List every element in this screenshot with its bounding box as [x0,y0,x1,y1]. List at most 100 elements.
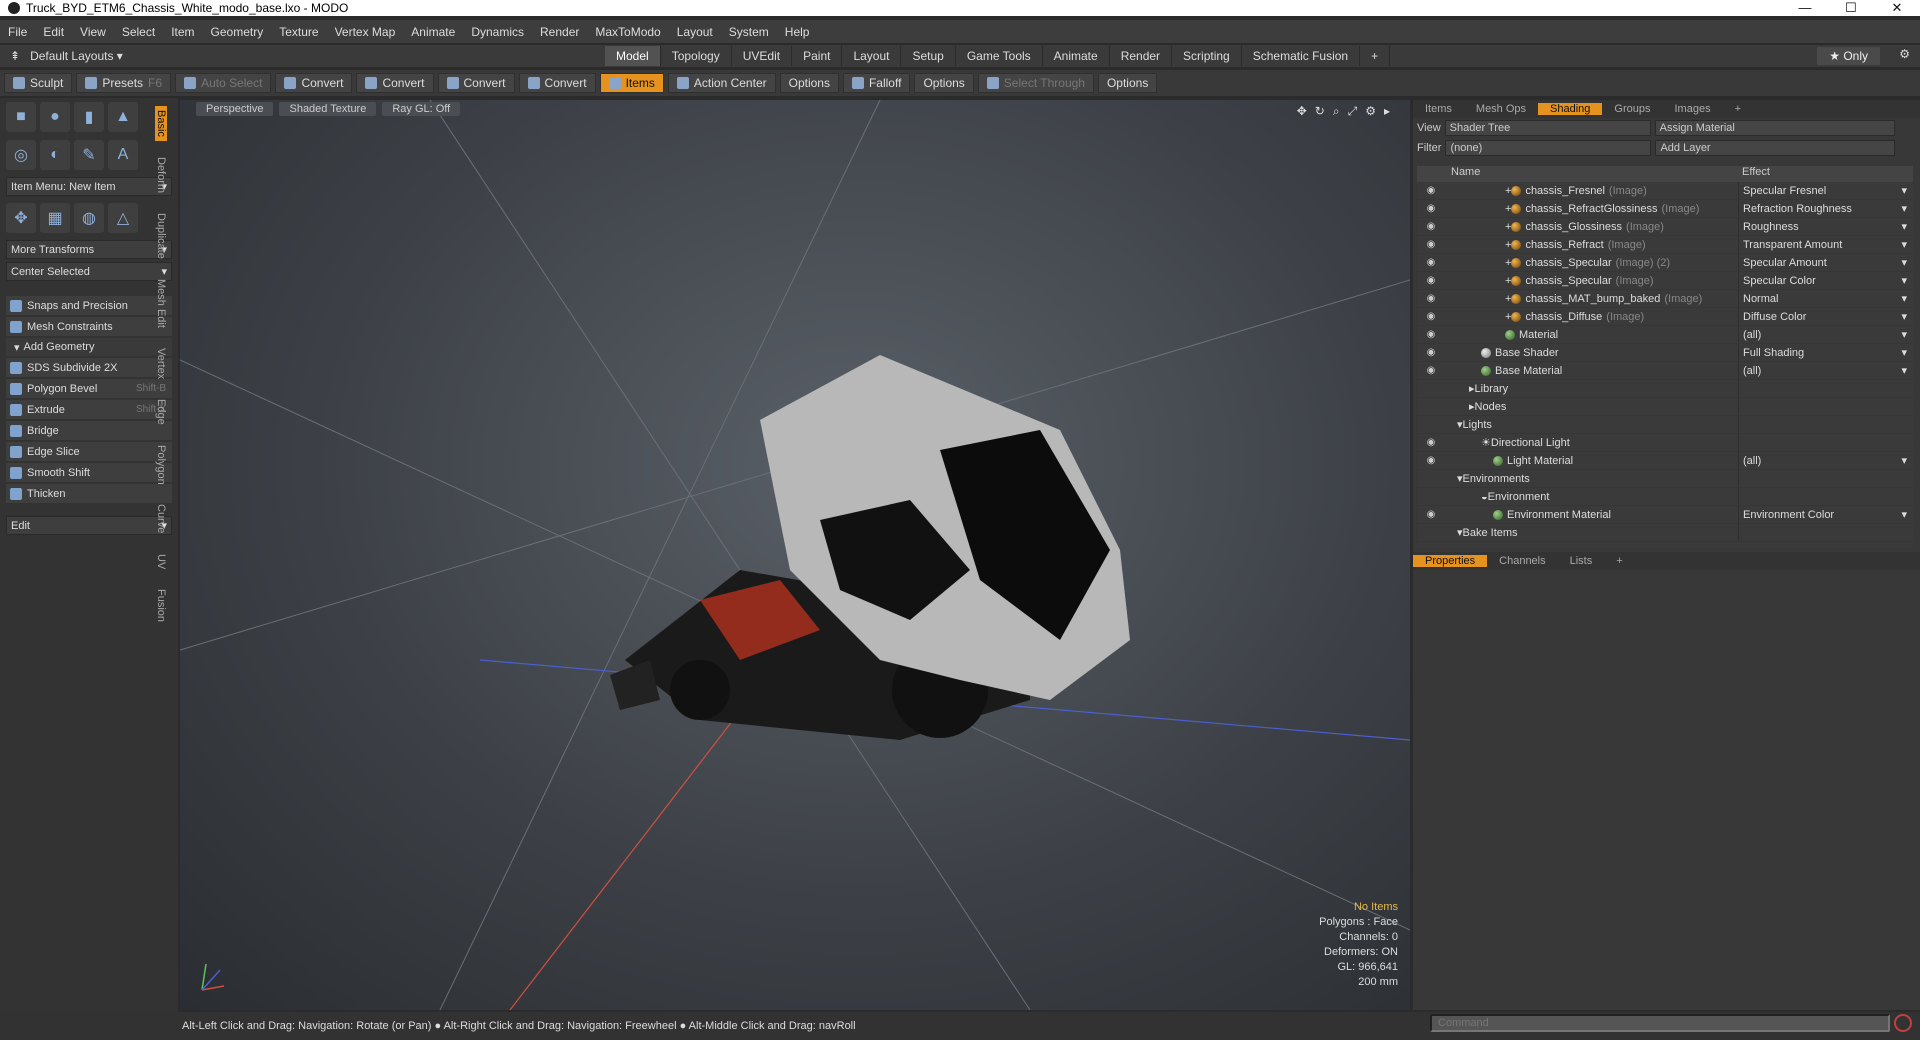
layout-tab-paint[interactable]: Paint [792,46,843,66]
maximize-button[interactable]: ☐ [1828,0,1874,16]
tree-row[interactable]: ◉ ☀ Directional Light [1417,434,1913,452]
layout-tab-topology[interactable]: Topology [661,46,732,66]
command-input[interactable] [1430,1014,1890,1032]
tree-row-effect[interactable]: Specular Color ▾ [1738,272,1913,289]
menu-item-render[interactable]: Render [532,25,587,39]
minimize-button[interactable]: — [1782,0,1828,16]
eye-icon[interactable]: ◉ [1417,311,1445,322]
layout-icon[interactable]: ⇞ [10,49,20,63]
vtab-deform[interactable]: Deform [155,153,167,197]
props-tab-add[interactable]: + [1604,555,1634,567]
eye-icon[interactable]: ◉ [1417,347,1445,358]
menu-item-dynamics[interactable]: Dynamics [463,25,532,39]
tree-row[interactable]: ◉ Material (all) ▾ [1417,326,1913,344]
tree-row[interactable]: ▾ Bake Items [1417,524,1913,542]
command-record-icon[interactable] [1894,1014,1912,1032]
3d-viewport[interactable]: Perspective Shaded Texture Ray GL: Off ✥… [180,100,1410,1010]
tree-row[interactable]: ▸ Nodes [1417,398,1913,416]
edit-dropdown[interactable]: Edit ▾ [6,516,172,535]
convert-button-1[interactable]: Convert [275,73,353,93]
ray-gl-button[interactable]: Ray GL: Off [382,102,461,116]
menu-item-vertex-map[interactable]: Vertex Map [327,25,404,39]
tree-row[interactable]: ◉ Environment Material Environment Color ▾ [1417,506,1913,524]
panel-tab-mesh-ops[interactable]: Mesh Ops [1464,103,1538,115]
mesh-constraints-button[interactable]: Mesh Constraints [6,317,172,336]
tree-row-effect[interactable]: Specular Amount ▾ [1738,254,1913,271]
vtab-vertex[interactable]: Vertex [155,344,167,383]
more-transforms-dropdown[interactable]: More Transforms ▾ [6,240,172,259]
tree-row-effect[interactable]: (all) ▾ [1738,452,1913,469]
center-selected-dropdown[interactable]: Center Selected ▾ [6,262,172,281]
snaps-precision-button[interactable]: Snaps and Precision [6,296,172,315]
add-layer-dropdown[interactable]: Add Layer [1655,140,1896,156]
layout-tab-render[interactable]: Render [1110,46,1173,66]
props-tab-channels[interactable]: Channels [1487,555,1557,567]
item-menu-dropdown[interactable]: Item Menu: New Item ▾ [6,177,172,196]
eye-icon[interactable]: ◉ [1417,275,1445,286]
tree-row-effect[interactable]: Specular Fresnel ▾ [1738,182,1913,199]
menu-item-animate[interactable]: Animate [403,25,463,39]
filter-dropdown[interactable]: (none) [1445,140,1652,156]
tree-row[interactable]: ◉ Light Material (all) ▾ [1417,452,1913,470]
tree-row-effect[interactable]: Transparent Amount ▾ [1738,236,1913,253]
transform-icon[interactable]: ✥ [6,203,36,233]
sphere-icon[interactable]: ● [40,102,70,132]
presets-button[interactable]: Presets F6 [76,73,172,93]
tree-row-effect[interactable]: Normal ▾ [1738,290,1913,307]
vtab-uv[interactable]: UV [155,550,167,573]
tree-row-effect[interactable]: Diffuse Color ▾ [1738,308,1913,325]
eye-icon[interactable]: ◉ [1417,257,1445,268]
capsule-icon[interactable]: ◐ [40,140,70,170]
panel-tab-images[interactable]: Images [1663,103,1723,115]
menu-item-select[interactable]: Select [114,25,163,39]
tree-row[interactable]: ▾ Lights [1417,416,1913,434]
tool-extrude[interactable]: Extrude Shift-X [6,400,172,419]
fit-icon[interactable]: ⤢ [1348,104,1358,119]
tree-row[interactable]: ▾ Environments [1417,470,1913,488]
tree-row-effect[interactable]: Full Shading ▾ [1738,344,1913,361]
close-button[interactable]: ✕ [1874,0,1920,16]
tree-row-effect[interactable]: (all) ▾ [1738,362,1913,379]
tool-polygon-bevel[interactable]: Polygon Bevel Shift-B [6,379,172,398]
grid-icon[interactable]: ▦ [40,203,70,233]
pyramid-icon[interactable]: △ [108,203,138,233]
items-button[interactable]: Items [599,73,664,93]
vtab-mesh-edit[interactable]: Mesh Edit [155,275,167,332]
convert-button-2[interactable]: Convert [356,73,434,93]
layout-tab-scripting[interactable]: Scripting [1172,46,1242,66]
menu-item-edit[interactable]: Edit [35,25,72,39]
perspective-button[interactable]: Perspective [196,102,274,116]
name-column-header[interactable]: Name [1445,166,1738,182]
only-button[interactable]: ★ Only [1817,47,1880,65]
rotate-view-icon[interactable]: ↻ [1315,104,1325,119]
layout-tab-uvedit[interactable]: UVEdit [732,46,793,66]
cube-icon[interactable]: ■ [6,102,36,132]
tree-row-effect[interactable]: Roughness ▾ [1738,218,1913,235]
shading-mode-button[interactable]: Shaded Texture [279,102,377,116]
tree-row[interactable]: ◉ + chassis_Fresnel (Image) Specular Fresne… [1417,182,1913,200]
expand-icon[interactable]: ▸ [1384,104,1390,119]
layout-tab-add[interactable]: + [1360,46,1391,66]
tree-row[interactable]: ◉ + chassis_Specular (Image) (2) Specular A… [1417,254,1913,272]
tree-row[interactable]: ◉ Base Material (all) ▾ [1417,362,1913,380]
eye-icon[interactable]: ◉ [1417,365,1445,376]
panel-tab-add[interactable]: + [1723,103,1753,115]
eye-icon[interactable]: ◉ [1417,455,1445,466]
layout-tab-setup[interactable]: Setup [901,46,956,66]
tree-row[interactable]: ◉ + chassis_Specular (Image) Specular Color… [1417,272,1913,290]
gear-icon[interactable]: ⚙ [1899,47,1910,61]
layout-tab-layout[interactable]: Layout [842,46,902,66]
vtab-duplicate[interactable]: Duplicate [155,209,167,263]
action-center-button[interactable]: Action Center [667,73,776,93]
tool-sds-subdivide-2x[interactable]: SDS Subdivide 2X [6,358,172,377]
vtab-fusion[interactable]: Fusion [155,585,167,626]
convert-button-4[interactable]: Convert [518,73,596,93]
eye-icon[interactable]: ◉ [1417,437,1445,448]
globe-icon[interactable]: ◍ [74,203,104,233]
tree-row[interactable]: ◉ + chassis_RefractGlossiness (Image) Refra… [1417,200,1913,218]
vtab-curve[interactable]: Curve [155,500,167,537]
layout-tab-animate[interactable]: Animate [1043,46,1110,66]
options-button-2[interactable]: Options [914,73,974,93]
tool-smooth-shift[interactable]: Smooth Shift [6,463,172,482]
menu-item-geometry[interactable]: Geometry [203,25,272,39]
